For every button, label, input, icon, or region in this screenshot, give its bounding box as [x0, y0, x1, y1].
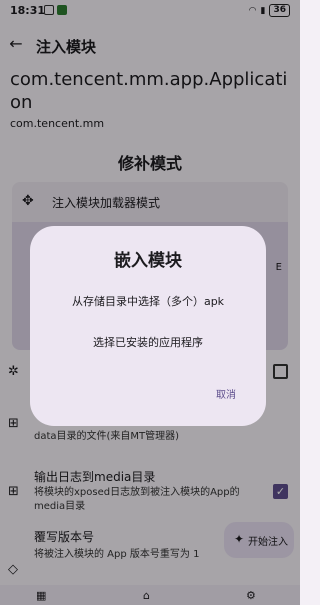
screen: 18:31 ◠ ▮ 36 ← 注入模块 com.tencent.mm.app.A…	[0, 0, 300, 605]
dialog-title: 嵌入模块	[114, 251, 182, 271]
cancel-button[interactable]: 取消	[216, 386, 236, 401]
select-apk-from-storage[interactable]: 从存储目录中选择（多个）apk	[30, 293, 266, 309]
select-installed-apps[interactable]: 选择已安装的应用程序	[30, 334, 266, 350]
embed-module-dialog: 嵌入模块 从存储目录中选择（多个）apk 选择已安装的应用程序 取消	[30, 226, 266, 426]
